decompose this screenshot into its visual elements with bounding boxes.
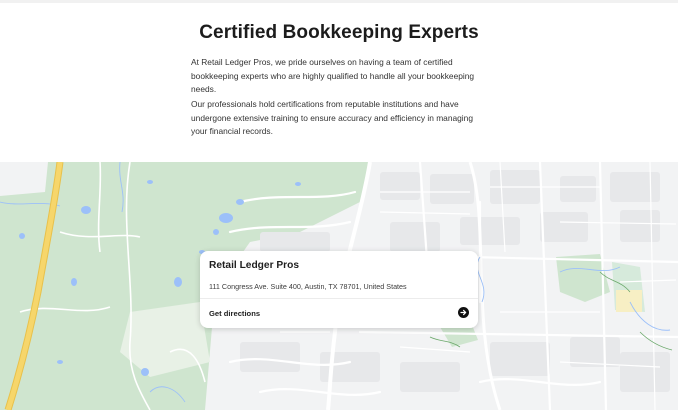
top-divider xyxy=(0,0,678,3)
arrow-right-circle-icon[interactable] xyxy=(458,307,469,318)
business-name: Retail Ledger Pros xyxy=(209,260,300,271)
content-section: Certified Bookkeeping Experts At Retail … xyxy=(0,0,678,162)
business-address: 111 Congress Ave. Suite 400, Austin, TX … xyxy=(209,282,407,291)
intro-paragraph: At Retail Ledger Pros, we pride ourselve… xyxy=(191,57,475,95)
certification-paragraph: Our professionals hold certifications fr… xyxy=(191,99,473,137)
section-title: Certified Bookkeeping Experts xyxy=(199,22,479,43)
location-card: Retail Ledger Pros 111 Congress Ave. Sui… xyxy=(200,251,478,328)
get-directions-label: Get directions xyxy=(209,309,261,318)
get-directions-link[interactable]: Get directions xyxy=(200,299,478,328)
